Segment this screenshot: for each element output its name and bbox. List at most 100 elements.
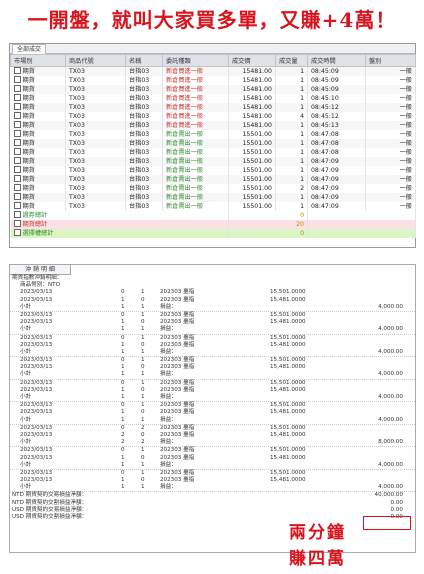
row-checkbox[interactable]: [13, 157, 21, 164]
qty-a-cell: 2: [121, 431, 125, 438]
gain-label: 損益：: [160, 348, 177, 355]
row-checkbox[interactable]: [13, 67, 21, 74]
name-cell: 台指03: [129, 149, 150, 156]
trade-row[interactable]: 期貨 TX03 台指03 新倉買進一般 15481.00 1 08:45:13 一般: [10, 121, 416, 130]
price-cell: 15,481.0000: [270, 296, 306, 303]
row-checkbox[interactable]: [13, 148, 21, 155]
time-cell: 08:47:09: [311, 185, 339, 192]
qty-b-cell: 0: [141, 341, 145, 348]
trade-row[interactable]: 期貨 TX03 台指03 新倉賣出一般 15501.00 1 08:47:09 一般: [10, 202, 416, 211]
row-checkbox[interactable]: [13, 184, 21, 191]
name-cell: 台指03: [129, 86, 150, 93]
qty-a-cell: 0: [121, 357, 125, 364]
price-cell: 15501.00: [242, 194, 272, 201]
order-type-cell: 新倉買進一般: [166, 113, 204, 120]
trade-row[interactable]: 期貨 TX03 台指03 新倉買進一般 15481.00 1 08:45:09 一般: [10, 76, 416, 85]
row-checkbox[interactable]: [13, 94, 21, 101]
time-cell: 08:47:08: [311, 131, 339, 138]
qty-b-cell: 1: [141, 484, 145, 491]
trade-row[interactable]: 期貨 TX03 台指03 新倉賣出一般 15501.00 1 08:47:08 一般: [10, 139, 416, 148]
code-cell: TX03: [69, 77, 85, 84]
summary-checkbox[interactable]: [13, 211, 21, 218]
row-checkbox[interactable]: [13, 193, 21, 200]
row-checkbox[interactable]: [13, 103, 21, 110]
detail-row: 2023/03/13 1 0 202303 臺指 15,481.0000: [10, 477, 415, 484]
time-cell: 08:45:12: [311, 113, 339, 120]
market-cell: 期貨: [22, 185, 35, 192]
trade-row[interactable]: 期貨 TX03 台指03 新倉賣出一般 15501.00 1 08:47:09 一般: [10, 157, 416, 166]
session-cell: 一般: [399, 158, 412, 165]
qty-a-cell: 1: [121, 409, 125, 416]
subtotal-row: 小計 1 1 損益： 4,000.00: [10, 348, 415, 358]
summary-checkbox[interactable]: [13, 229, 21, 236]
row-checkbox[interactable]: [13, 112, 21, 119]
date-cell: 2023/03/13: [20, 402, 53, 409]
trade-row[interactable]: 期貨 TX03 台指03 新倉買進一般 15481.00 1 08:45:10 一般: [10, 94, 416, 103]
tab-all-trades[interactable]: 全部成交: [12, 44, 47, 54]
column-header[interactable]: 成交時間: [307, 54, 366, 67]
trade-row[interactable]: 期貨 TX03 台指03 新倉買進一般 15481.00 1 08:45:09 一般: [10, 85, 416, 94]
qty-b-cell: 0: [141, 409, 145, 416]
session-cell: 一般: [399, 167, 412, 174]
table-header: 市場別 商品代號 名稱 委託種類 成交價 成交量 成交時間 盤別: [10, 54, 416, 67]
trade-row[interactable]: 期貨 TX03 台指03 新倉賣出一般 15501.00 1 08:47:09 一般: [10, 193, 416, 202]
subtotal-label: 小計: [20, 416, 32, 423]
qty-b-cell: 0: [141, 454, 145, 461]
detail-row: 2023/03/13 0 1 202303 臺指 15,501.0000: [10, 470, 415, 477]
trade-row[interactable]: 期貨 TX03 台指03 新倉賣出一般 15501.00 1 08:47:08 一般: [10, 130, 416, 139]
trade-row[interactable]: 期貨 TX03 台指03 新倉賣出一般 15501.00 1 08:47:09 一般: [10, 166, 416, 175]
trade-row[interactable]: 期貨 TX03 台指03 新倉賣出一般 15501.00 2 08:47:09 一般: [10, 184, 416, 193]
row-checkbox[interactable]: [13, 130, 21, 137]
qty-b-cell: 1: [141, 416, 145, 423]
order-type-cell: 新倉買進一般: [166, 68, 204, 75]
row-checkbox[interactable]: [13, 76, 21, 83]
price-cell: 15501.00: [242, 131, 272, 138]
price-cell: 15481.00: [242, 68, 272, 75]
qty-b-cell: 1: [141, 326, 145, 333]
qty-b-cell: 0: [141, 364, 145, 371]
column-header[interactable]: 市場別: [10, 54, 66, 67]
session-cell: 一般: [399, 95, 412, 102]
session-cell: 一般: [399, 77, 412, 84]
market-cell: 期貨: [22, 203, 35, 210]
contract-cell: 202303 臺指: [160, 447, 195, 454]
trade-row[interactable]: 期貨 TX03 台指03 新倉賣出一般 15501.00 1 08:47:08 一般: [10, 148, 416, 157]
trade-row[interactable]: 期貨 TX03 台指03 新倉買進一般 15481.00 1 08:45:12 一般: [10, 103, 416, 112]
name-cell: 台指03: [129, 104, 150, 111]
column-header[interactable]: 成交量: [275, 54, 308, 67]
column-header[interactable]: 成交價: [228, 54, 276, 67]
subtotal-label: 小計: [20, 439, 32, 446]
total-row: NTD 期貨契約交割損益淨額： 0.00: [10, 500, 415, 507]
row-checkbox[interactable]: [13, 121, 21, 128]
subtotal-value: 4,000.00: [378, 371, 403, 378]
tab-offset-detail[interactable]: 沖 銷 明 細: [10, 265, 71, 275]
row-checkbox[interactable]: [13, 85, 21, 92]
order-type-cell: 新倉買進一般: [166, 86, 204, 93]
column-header[interactable]: 名稱: [125, 54, 163, 67]
currency-header: 商品幣別：NTO: [10, 282, 415, 289]
session-cell: 一般: [399, 140, 412, 147]
time-cell: 08:45:10: [311, 95, 339, 102]
detail-row: 2023/03/13 0 1 202303 臺指 15,501.0000: [10, 335, 415, 342]
subtotal-row: 小計 1 1 損益： 4,000.00: [10, 371, 415, 380]
row-checkbox[interactable]: [13, 202, 21, 209]
trade-row[interactable]: 期貨 TX03 台指03 新倉買進一般 15481.00 4 08:45:12 一般: [10, 112, 416, 121]
order-type-cell: 新倉賣出一般: [166, 140, 204, 147]
price-cell: 15501.00: [242, 149, 272, 156]
trade-row[interactable]: 期貨 TX03 台指03 新倉買進一般 15481.00 1 08:45:09 一般: [10, 66, 416, 76]
row-checkbox[interactable]: [13, 175, 21, 182]
qty-cell: 1: [300, 167, 304, 174]
column-header[interactable]: 委託種類: [162, 54, 229, 67]
qty-a-cell: 0: [121, 334, 125, 341]
subtotal-label: 小計: [20, 394, 32, 400]
trades-table: 市場別 商品代號 名稱 委託種類 成交價 成交量 成交時間 盤別 期貨 TX03 台指03 新倉買進…: [10, 54, 416, 238]
row-checkbox[interactable]: [13, 166, 21, 173]
trade-row[interactable]: 期貨 TX03 台指03 新倉賣出一般 15501.00 1 08:47:09 一般: [10, 175, 416, 184]
qty-b-cell: 1: [141, 289, 145, 296]
subtotal-label: 小計: [20, 371, 32, 378]
column-header[interactable]: 商品代號: [65, 54, 126, 67]
annotation-line2: 賺四萬: [289, 549, 346, 569]
summary-checkbox[interactable]: [13, 220, 21, 227]
row-checkbox[interactable]: [13, 139, 21, 146]
column-header[interactable]: 盤別: [365, 54, 416, 67]
